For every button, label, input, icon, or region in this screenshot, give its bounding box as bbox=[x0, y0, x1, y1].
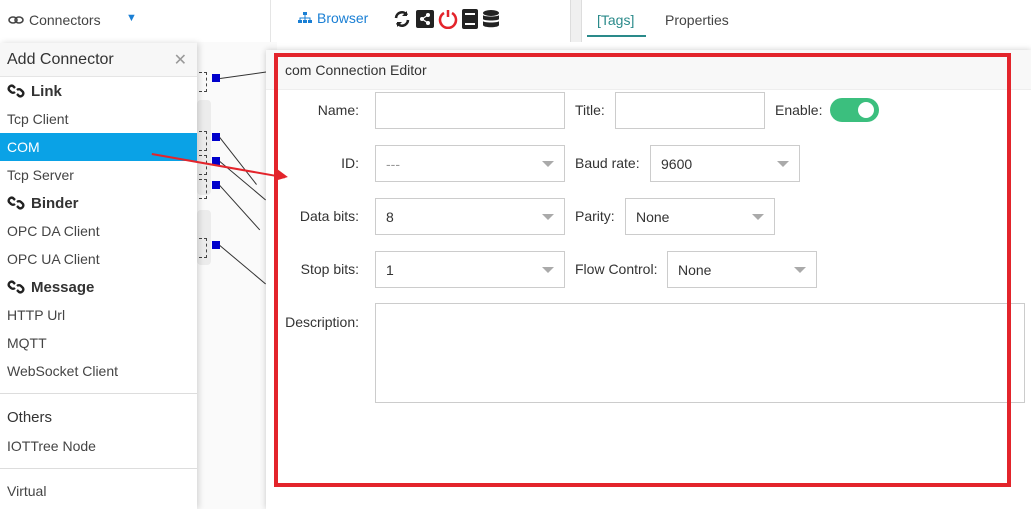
tab-properties[interactable]: Properties bbox=[665, 12, 729, 28]
link-icon bbox=[7, 84, 25, 98]
flow-control-label: Flow Control: bbox=[575, 261, 658, 277]
stop-bits-label: Stop bits: bbox=[300, 261, 359, 277]
add-connector-menu: Add Connector ✕ Link Tcp Client COM Tcp … bbox=[0, 43, 197, 509]
flow-control-select[interactable]: None bbox=[667, 251, 817, 288]
data-bits-label: Data bits: bbox=[299, 208, 359, 224]
browser-link[interactable]: Browser bbox=[298, 10, 368, 26]
parity-value: None bbox=[636, 208, 670, 225]
link-icon bbox=[8, 16, 24, 24]
parity-select[interactable]: None bbox=[625, 198, 775, 235]
close-icon[interactable]: ✕ bbox=[174, 50, 187, 70]
title-label: Title: bbox=[575, 102, 605, 118]
port-bracket bbox=[199, 238, 207, 258]
enable-toggle[interactable] bbox=[830, 98, 879, 122]
toolbar-icons bbox=[392, 9, 500, 29]
browser-label: Browser bbox=[317, 10, 369, 26]
refresh-icon[interactable] bbox=[392, 9, 412, 29]
annotation-arrow-head bbox=[275, 169, 289, 183]
connectors-menu[interactable]: Connectors bbox=[8, 12, 101, 28]
dialog-title: com Connection Editor bbox=[266, 50, 1031, 90]
divider bbox=[0, 468, 197, 469]
book-icon[interactable] bbox=[462, 9, 478, 29]
link-icon bbox=[7, 196, 25, 210]
description-textarea[interactable] bbox=[375, 303, 1025, 403]
port-bracket bbox=[199, 72, 207, 92]
menu-item-virtual[interactable]: Virtual bbox=[0, 477, 197, 505]
id-select[interactable]: --- bbox=[375, 145, 565, 182]
link-icon bbox=[7, 280, 25, 294]
tab-tags[interactable]: [Tags] bbox=[586, 12, 647, 37]
menu-item-tcp-client[interactable]: Tcp Client bbox=[0, 105, 197, 133]
data-bits-value: 8 bbox=[386, 208, 394, 225]
stop-bits-select[interactable]: 1 bbox=[375, 251, 565, 288]
stop-bits-value: 1 bbox=[386, 261, 394, 278]
database-icon[interactable] bbox=[482, 9, 500, 29]
connectors-label: Connectors bbox=[29, 12, 101, 28]
port-bracket bbox=[199, 131, 207, 151]
divider bbox=[0, 393, 197, 394]
group-others: Others bbox=[7, 408, 53, 426]
share-icon[interactable] bbox=[416, 9, 434, 29]
divider bbox=[270, 0, 271, 42]
port-bracket bbox=[199, 155, 207, 175]
menu-item-websocket-client[interactable]: WebSocket Client bbox=[0, 357, 197, 385]
id-value: --- bbox=[386, 155, 400, 172]
chevron-down-icon bbox=[542, 214, 554, 220]
caret-down-icon[interactable]: ▼ bbox=[126, 12, 137, 24]
name-input[interactable] bbox=[375, 92, 565, 129]
baud-rate-select[interactable]: 9600 bbox=[650, 145, 800, 182]
group-message: Message bbox=[0, 273, 197, 301]
enable-label: Enable: bbox=[775, 102, 823, 118]
port-bracket bbox=[199, 179, 207, 199]
group-binder: Binder bbox=[0, 189, 197, 217]
name-label: Name: bbox=[317, 102, 359, 118]
panel-splitter[interactable] bbox=[570, 0, 582, 42]
chevron-down-icon bbox=[794, 267, 806, 273]
group-link: Link bbox=[0, 77, 197, 105]
group-label: Message bbox=[31, 278, 95, 296]
menu-title: Add Connector bbox=[7, 50, 114, 68]
port-node[interactable] bbox=[212, 74, 220, 82]
menu-item-iottree-node[interactable]: IOTTree Node bbox=[0, 432, 197, 460]
baud-rate-label: Baud rate: bbox=[575, 155, 640, 171]
menu-header: Add Connector ✕ bbox=[0, 43, 197, 77]
chevron-down-icon bbox=[752, 214, 764, 220]
group-label: Link bbox=[31, 82, 62, 100]
description-label: Description: bbox=[285, 314, 359, 330]
menu-item-http-url[interactable]: HTTP Url bbox=[0, 301, 197, 329]
chevron-down-icon bbox=[777, 161, 789, 167]
menu-item-mqtt[interactable]: MQTT bbox=[0, 329, 197, 357]
chevron-down-icon bbox=[542, 267, 554, 273]
chevron-down-icon bbox=[542, 161, 554, 167]
menu-item-opc-ua-client[interactable]: OPC UA Client bbox=[0, 245, 197, 273]
top-toolbar: Connectors ▼ Browser [Tags] Properties bbox=[0, 0, 1031, 42]
id-label: ID: bbox=[341, 155, 359, 171]
title-input[interactable] bbox=[615, 92, 765, 129]
flow-control-value: None bbox=[678, 261, 712, 278]
power-icon[interactable] bbox=[438, 9, 458, 29]
menu-item-opc-da-client[interactable]: OPC DA Client bbox=[0, 217, 197, 245]
parity-label: Parity: bbox=[575, 208, 615, 224]
menu-item-tcp-server[interactable]: Tcp Server bbox=[0, 161, 197, 189]
data-bits-select[interactable]: 8 bbox=[375, 198, 565, 235]
baud-rate-value: 9600 bbox=[661, 155, 693, 172]
group-label: Binder bbox=[31, 194, 79, 212]
sitemap-icon bbox=[298, 12, 312, 23]
